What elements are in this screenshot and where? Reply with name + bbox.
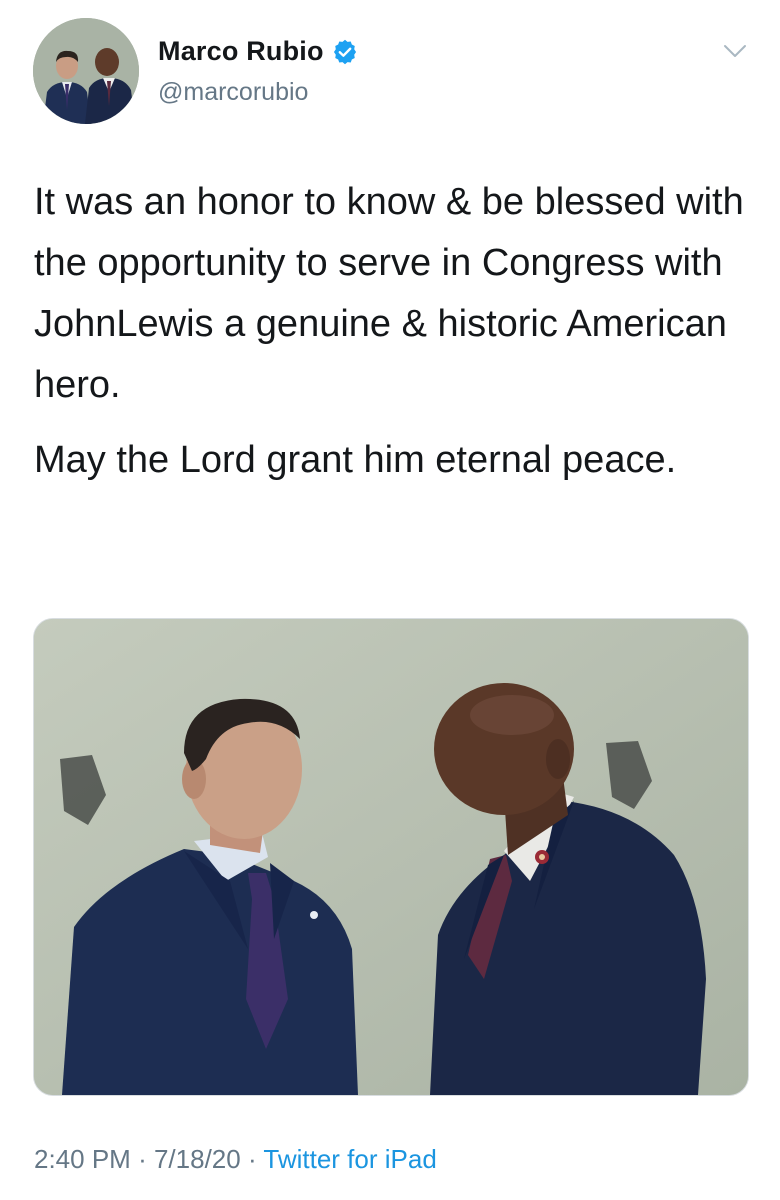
display-name[interactable]: Marco Rubio	[158, 36, 324, 67]
tweet-date[interactable]: 7/18/20	[154, 1144, 241, 1174]
tweet-text: It was an honor to know & be blessed wit…	[34, 172, 754, 505]
tweet-card: Marco Rubio @marcorubio It was an honor …	[0, 0, 780, 1200]
tweet-source-link[interactable]: Twitter for iPad	[263, 1144, 436, 1174]
chevron-down-icon[interactable]	[722, 42, 748, 60]
tweet-time[interactable]: 2:40 PM	[34, 1144, 131, 1174]
meta-separator: ·	[247, 1144, 257, 1174]
user-handle[interactable]: @marcorubio	[158, 78, 308, 107]
name-row: Marco Rubio	[158, 36, 358, 67]
tweet-photo[interactable]	[33, 618, 749, 1096]
tweet-paragraph: May the Lord grant him eternal peace.	[34, 439, 677, 481]
meta-separator: ·	[138, 1144, 147, 1174]
profile-avatar[interactable]	[33, 18, 139, 124]
tweet-paragraph: It was an honor to know & be blessed wit…	[34, 181, 744, 406]
verified-badge-icon	[332, 39, 358, 65]
tweet-metadata: 2:40 PM · 7/18/20 · Twitter for iPad	[34, 1144, 437, 1175]
